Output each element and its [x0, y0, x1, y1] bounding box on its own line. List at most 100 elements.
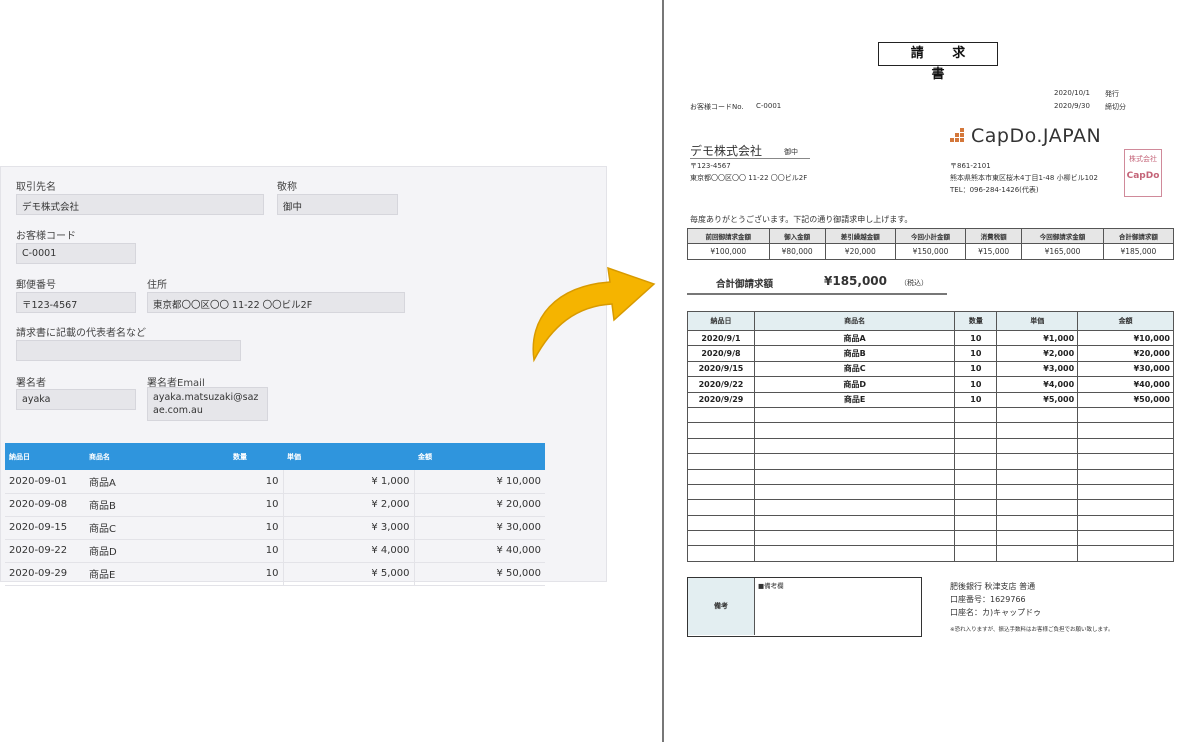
row-amount: ¥ 30,000: [413, 516, 545, 540]
detail-header-product: 商品名: [753, 311, 956, 331]
detail-amount: ¥10,000: [1077, 329, 1174, 347]
invoice-page: 請 求 書 2020/10/1 発行 2020/9/30 締切分 お客様コードN…: [664, 0, 1200, 742]
due-date: 2020/9/30: [1054, 102, 1090, 110]
col-header-qty: 数量: [233, 452, 247, 461]
detail-empty-cell: [1077, 406, 1174, 424]
detail-empty-cell: [996, 545, 1079, 562]
detail-empty-cell: [954, 437, 998, 455]
detail-row: 2020/9/29 商品E 10 ¥5,000 ¥50,000: [687, 391, 1174, 408]
row-price: ¥ 4,000: [282, 539, 414, 563]
detail-amount: ¥50,000: [1077, 391, 1174, 408]
inv-client-honorific: 御中: [784, 148, 798, 156]
detail-qty: 10: [954, 329, 998, 347]
detail-empty-cell: [687, 468, 755, 485]
detail-empty-cell: [996, 437, 1079, 455]
detail-empty-row: [687, 499, 1174, 516]
detail-empty-cell: [996, 530, 1079, 547]
total-label: 合計御請求額: [716, 279, 774, 290]
detail-empty-cell: [753, 545, 956, 562]
detail-qty: 10: [954, 391, 998, 408]
company-logo: CapDo.JAPAN: [950, 125, 1101, 147]
issue-date: 2020/10/1: [1054, 89, 1090, 97]
row-qty: 10: [225, 493, 283, 517]
detail-empty-cell: [1077, 514, 1174, 532]
detail-empty-cell: [954, 422, 998, 439]
col-header-amount: 金額: [418, 452, 432, 461]
summary-value: ¥15,000: [965, 243, 1023, 260]
row-price: ¥ 2,000: [282, 493, 414, 517]
detail-empty-cell: [687, 437, 755, 455]
detail-empty-cell: [954, 499, 998, 516]
seal-main-text: CapDo: [1126, 171, 1160, 181]
detail-empty-cell: [954, 406, 998, 424]
row-date: 2020-09-29: [5, 562, 85, 586]
detail-price: ¥4,000: [996, 376, 1079, 393]
postal-label: 郵便番号: [16, 280, 56, 291]
items-table: 納品日 商品名 数量 単価 金額 2020-09-01 商品A 10 ¥ 1,000 ¥…: [5, 443, 545, 586]
detail-header-price: 単価: [996, 311, 1079, 331]
address-field[interactable]: 東京都〇〇区〇〇 11-22 〇〇ビル2F: [147, 292, 405, 313]
detail-empty-cell: [687, 406, 755, 424]
summary-value: ¥185,000: [1102, 243, 1175, 260]
detail-empty-cell: [996, 468, 1079, 485]
detail-empty-cell: [996, 422, 1079, 439]
detail-empty-cell: [687, 483, 755, 501]
detail-empty-cell: [996, 406, 1079, 424]
invoice-title: 請 求 書: [878, 42, 998, 82]
items-table-header: 納品日 商品名 数量 単価 金額: [5, 443, 545, 470]
detail-price: ¥2,000: [996, 345, 1079, 362]
detail-product: 商品C: [753, 360, 956, 378]
row-qty: 10: [225, 516, 283, 540]
representative-field[interactable]: [16, 340, 241, 361]
detail-price: ¥1,000: [996, 329, 1079, 347]
remarks-head: 備考: [688, 578, 755, 635]
detail-amount: ¥30,000: [1077, 360, 1174, 378]
postal-field[interactable]: 〒123-4567: [16, 292, 136, 313]
row-price: ¥ 1,000: [282, 470, 414, 494]
detail-table: 納品日 商品名 数量 単価 金額 2020/9/1 商品A 10 ¥1,000 ¥10,…: [687, 311, 1174, 562]
detail-empty-cell: [954, 483, 998, 501]
detail-empty-cell: [954, 514, 998, 532]
customer-code-field[interactable]: C-0001: [16, 243, 136, 264]
detail-empty-cell: [753, 514, 956, 532]
detail-empty-cell: [753, 437, 956, 455]
logo-text: CapDo.JAPAN: [971, 125, 1102, 147]
detail-empty-cell: [1077, 468, 1174, 485]
detail-empty-cell: [753, 422, 956, 439]
summary-value: ¥150,000: [894, 243, 967, 260]
detail-empty-cell: [687, 422, 755, 439]
table-row: 2020-09-01 商品A 10 ¥ 1,000 ¥ 10,000: [5, 470, 545, 494]
col-header-date: 納品日: [9, 452, 30, 461]
detail-empty-cell: [1077, 483, 1174, 501]
detail-empty-cell: [1077, 422, 1174, 439]
detail-empty-cell: [954, 530, 998, 547]
detail-empty-cell: [1077, 437, 1174, 455]
detail-qty: 10: [954, 345, 998, 362]
summary-header: 御入金額: [768, 228, 826, 244]
signer-field[interactable]: ayaka: [16, 389, 136, 410]
company-tel: TEL：096-284-1426(代表): [950, 186, 1039, 194]
summary-header: 今回御請求金額: [1021, 228, 1104, 244]
row-date: 2020-09-22: [5, 539, 85, 563]
detail-product: 商品E: [753, 391, 956, 408]
detail-empty-cell: [753, 499, 956, 516]
table-row: 2020-09-22 商品D 10 ¥ 4,000 ¥ 40,000: [5, 539, 545, 563]
honorific-field[interactable]: 御中: [277, 194, 398, 215]
signer-email-field[interactable]: ayaka.matsuzaki@sazae.com.au: [147, 387, 268, 421]
detail-empty-row: [687, 530, 1174, 547]
summary-header: 前回御請求金額: [687, 228, 770, 244]
curved-arrow-icon: [532, 266, 656, 363]
detail-row: 2020/9/8 商品B 10 ¥2,000 ¥20,000: [687, 345, 1174, 362]
issue-label: 発行: [1105, 90, 1119, 98]
seal-top-text: 株式会社: [1129, 155, 1157, 163]
summary-value: ¥165,000: [1021, 243, 1104, 260]
detail-date: 2020/9/22: [687, 376, 755, 393]
client-name-field[interactable]: デモ株式会社: [16, 194, 264, 215]
detail-empty-cell: [1077, 530, 1174, 547]
detail-product: 商品B: [753, 345, 956, 362]
detail-empty-cell: [996, 514, 1079, 532]
detail-empty-cell: [687, 514, 755, 532]
detail-header-amount: 金額: [1077, 311, 1174, 331]
detail-row: 2020/9/15 商品C 10 ¥3,000 ¥30,000: [687, 360, 1174, 378]
detail-empty-row: [687, 422, 1174, 439]
